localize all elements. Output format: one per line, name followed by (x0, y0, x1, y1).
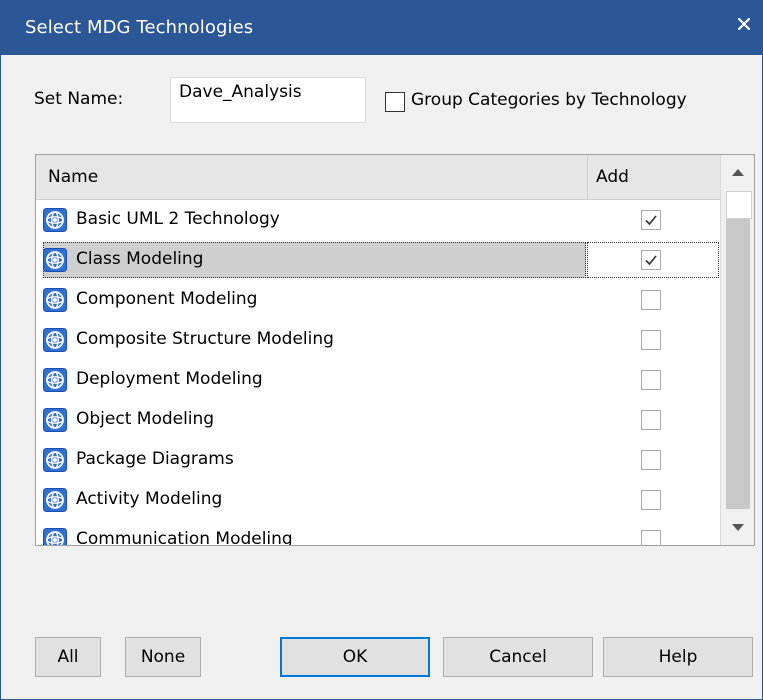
checkmark-icon (645, 255, 657, 266)
select-mdg-technologies-dialog: Select MDG Technologies Set Name: Dave_A… (0, 0, 763, 700)
add-checkbox[interactable] (641, 330, 661, 350)
mdg-technology-icon (43, 408, 67, 432)
help-button[interactable]: Help (603, 637, 753, 677)
technology-name: Class Modeling (76, 249, 204, 269)
technology-name: Basic UML 2 Technology (76, 209, 280, 229)
ok-button[interactable]: OK (280, 637, 430, 677)
list-item[interactable]: Activity Modeling (36, 480, 720, 520)
technology-name: Deployment Modeling (76, 369, 263, 389)
mdg-technology-icon (43, 448, 67, 472)
mdg-technology-icon (43, 368, 67, 392)
title-bar: Select MDG Technologies (1, 1, 762, 55)
all-button[interactable]: All (35, 637, 101, 677)
add-checkbox[interactable] (641, 490, 661, 510)
technology-name: Activity Modeling (76, 489, 223, 509)
add-checkbox[interactable] (641, 410, 661, 430)
column-header-add[interactable]: Add (596, 167, 629, 187)
mdg-technology-icon (43, 488, 67, 512)
close-icon[interactable] (727, 7, 761, 41)
scroll-down-arrow-icon[interactable] (721, 511, 754, 545)
add-checkbox[interactable] (641, 290, 661, 310)
scrollbar-thumb[interactable] (726, 191, 752, 219)
scroll-up-arrow-icon[interactable] (721, 155, 754, 189)
list-item[interactable]: Composite Structure Modeling (36, 320, 720, 360)
technology-name: Composite Structure Modeling (76, 329, 334, 349)
mdg-technology-icon (43, 288, 67, 312)
technology-name: Object Modeling (76, 409, 215, 429)
list-item[interactable]: Class Modeling (36, 240, 720, 280)
set-name-input[interactable]: Dave_Analysis (170, 77, 366, 123)
group-categories-checkbox[interactable] (385, 92, 405, 112)
list-item[interactable]: Deployment Modeling (36, 360, 720, 400)
scrollbar-track[interactable] (726, 219, 750, 509)
group-categories-label: Group Categories by Technology (411, 90, 687, 110)
mdg-technology-icon (43, 208, 67, 232)
checkmark-icon (645, 215, 657, 226)
vertical-scrollbar[interactable] (720, 155, 754, 545)
add-checkbox[interactable] (641, 450, 661, 470)
add-checkbox[interactable] (641, 210, 661, 230)
dialog-body: Set Name: Dave_Analysis Group Categories… (6, 55, 757, 694)
technology-name: Component Modeling (76, 289, 258, 309)
list-item[interactable]: Package Diagrams (36, 440, 720, 480)
technology-name: Package Diagrams (76, 449, 234, 469)
column-divider (587, 155, 588, 199)
list-item[interactable]: Component Modeling (36, 280, 720, 320)
dialog-title: Select MDG Technologies (25, 17, 254, 38)
set-name-label: Set Name: (34, 89, 124, 109)
list-item[interactable]: Object Modeling (36, 400, 720, 440)
grid-header: Name Add (36, 155, 720, 200)
column-header-name[interactable]: Name (48, 167, 98, 187)
add-checkbox[interactable] (641, 530, 661, 545)
mdg-technology-icon (43, 328, 67, 352)
add-checkbox[interactable] (641, 370, 661, 390)
add-checkbox[interactable] (641, 250, 661, 270)
cancel-button[interactable]: Cancel (443, 637, 593, 677)
mdg-technology-icon (43, 248, 67, 272)
mdg-technology-icon (43, 528, 67, 545)
technology-name: Communication Modeling (76, 529, 293, 546)
list-item[interactable]: Basic UML 2 Technology (36, 200, 720, 240)
none-button[interactable]: None (125, 637, 201, 677)
list-item[interactable]: Communication Modeling (36, 520, 720, 546)
technologies-grid: Name Add Basic UML 2 Technology Class Mod… (35, 154, 755, 546)
